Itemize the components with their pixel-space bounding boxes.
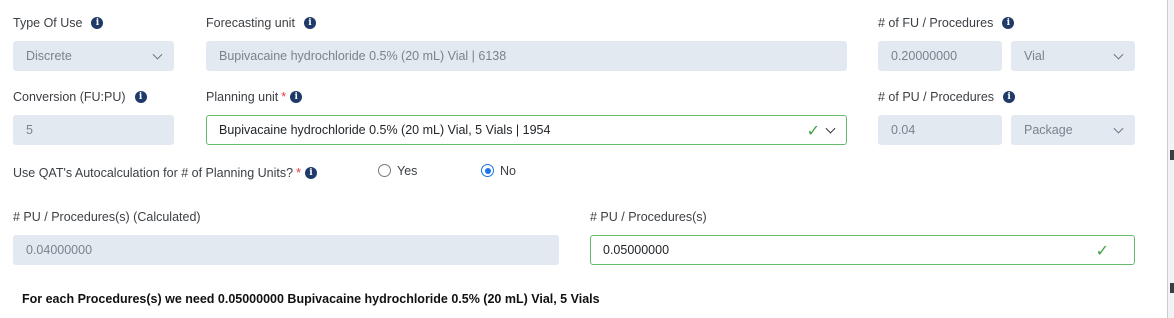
pu-calculated-value: 0.04000000 bbox=[26, 243, 93, 257]
pu-calculated-label-text: # PU / Procedures(s) (Calculated) bbox=[13, 210, 201, 224]
summary-text: For each Procedures(s) we need 0.0500000… bbox=[22, 292, 600, 306]
check-icon: ✓ bbox=[806, 121, 820, 140]
conversion-value: 5 bbox=[26, 123, 33, 137]
required-mark: * bbox=[281, 90, 287, 104]
check-icon: ✓ bbox=[1095, 241, 1109, 260]
autocalc-label: Use QAT's Autocalculation for # of Plann… bbox=[13, 165, 317, 181]
info-circle-icon[interactable]: i bbox=[1002, 17, 1015, 29]
fu-unit-value: Vial bbox=[1024, 49, 1045, 63]
pu-per-procedure-label-text: # of PU / Procedures bbox=[878, 90, 995, 104]
type-of-use-select[interactable]: Discrete bbox=[13, 41, 174, 71]
pu-manual-label-text: # PU / Procedures(s) bbox=[590, 210, 707, 224]
conversion-label: Conversion (FU:PU) i bbox=[13, 89, 147, 105]
pu-calculated-label: # PU / Procedures(s) (Calculated) bbox=[13, 209, 201, 225]
planning-unit-label-text: Planning unit bbox=[206, 90, 279, 104]
planning-unit-label: Planning unit * i bbox=[206, 89, 303, 105]
chevron-down-icon bbox=[152, 49, 163, 60]
pu-manual-input[interactable]: 0.05000000 ✓ bbox=[590, 235, 1135, 265]
pu-per-procedure-field[interactable]: 0.04 bbox=[878, 115, 1002, 145]
required-mark: * bbox=[296, 166, 301, 180]
conversion-label-text: Conversion (FU:PU) bbox=[13, 90, 126, 104]
chevron-down-icon bbox=[1113, 49, 1124, 60]
type-of-use-label-text: Type Of Use bbox=[13, 16, 83, 30]
pu-manual-value: 0.05000000 bbox=[603, 243, 670, 257]
info-circle-icon[interactable]: i bbox=[304, 167, 317, 179]
scrollbar-mark bbox=[1170, 283, 1174, 293]
info-circle-icon[interactable]: i bbox=[1003, 91, 1016, 103]
info-circle-icon[interactable]: i bbox=[290, 91, 303, 103]
pu-per-procedure-value: 0.04 bbox=[891, 123, 916, 137]
info-circle-icon[interactable]: i bbox=[303, 17, 316, 29]
pu-per-procedure-label: # of PU / Procedures i bbox=[878, 89, 1016, 105]
pu-manual-label: # PU / Procedures(s) bbox=[590, 209, 707, 225]
forecasting-unit-label: Forecasting unit i bbox=[206, 15, 316, 31]
autocalc-no-label[interactable]: No bbox=[500, 164, 516, 178]
forecasting-unit-value: Bupivacaine hydrochloride 0.5% (20 mL) V… bbox=[219, 49, 507, 63]
autocalc-yes-radio[interactable] bbox=[378, 164, 391, 177]
planning-unit-select[interactable]: Bupivacaine hydrochloride 0.5% (20 mL) V… bbox=[206, 115, 847, 145]
forecasting-unit-field[interactable]: Bupivacaine hydrochloride 0.5% (20 mL) V… bbox=[206, 41, 847, 71]
fu-unit-select[interactable]: Vial bbox=[1011, 41, 1135, 71]
fu-per-procedure-field[interactable]: 0.20000000 bbox=[878, 41, 1002, 71]
type-of-use-value: Discrete bbox=[26, 49, 72, 63]
planning-unit-value: Bupivacaine hydrochloride 0.5% (20 mL) V… bbox=[219, 123, 551, 137]
fu-per-procedure-label-text: # of FU / Procedures bbox=[878, 16, 994, 30]
autocalc-no-radio[interactable] bbox=[481, 164, 494, 177]
fu-per-procedure-label: # of FU / Procedures i bbox=[878, 15, 1015, 31]
chevron-down-icon bbox=[825, 123, 836, 134]
scrollbar-mark bbox=[1170, 150, 1174, 160]
autocalc-label-text: Use QAT's Autocalculation for # of Plann… bbox=[13, 166, 294, 180]
pu-unit-select[interactable]: Package bbox=[1011, 115, 1135, 145]
fu-per-procedure-value: 0.20000000 bbox=[891, 49, 958, 63]
pu-unit-value: Package bbox=[1024, 123, 1073, 137]
type-of-use-label: Type Of Use i bbox=[13, 15, 104, 31]
conversion-field[interactable]: 5 bbox=[13, 115, 174, 145]
info-circle-icon[interactable]: i bbox=[134, 91, 147, 103]
pu-calculated-field[interactable]: 0.04000000 bbox=[13, 235, 559, 265]
forecasting-unit-label-text: Forecasting unit bbox=[206, 16, 295, 30]
chevron-down-icon bbox=[1113, 123, 1124, 134]
autocalc-yes-label[interactable]: Yes bbox=[397, 164, 417, 178]
info-circle-icon[interactable]: i bbox=[91, 17, 104, 29]
